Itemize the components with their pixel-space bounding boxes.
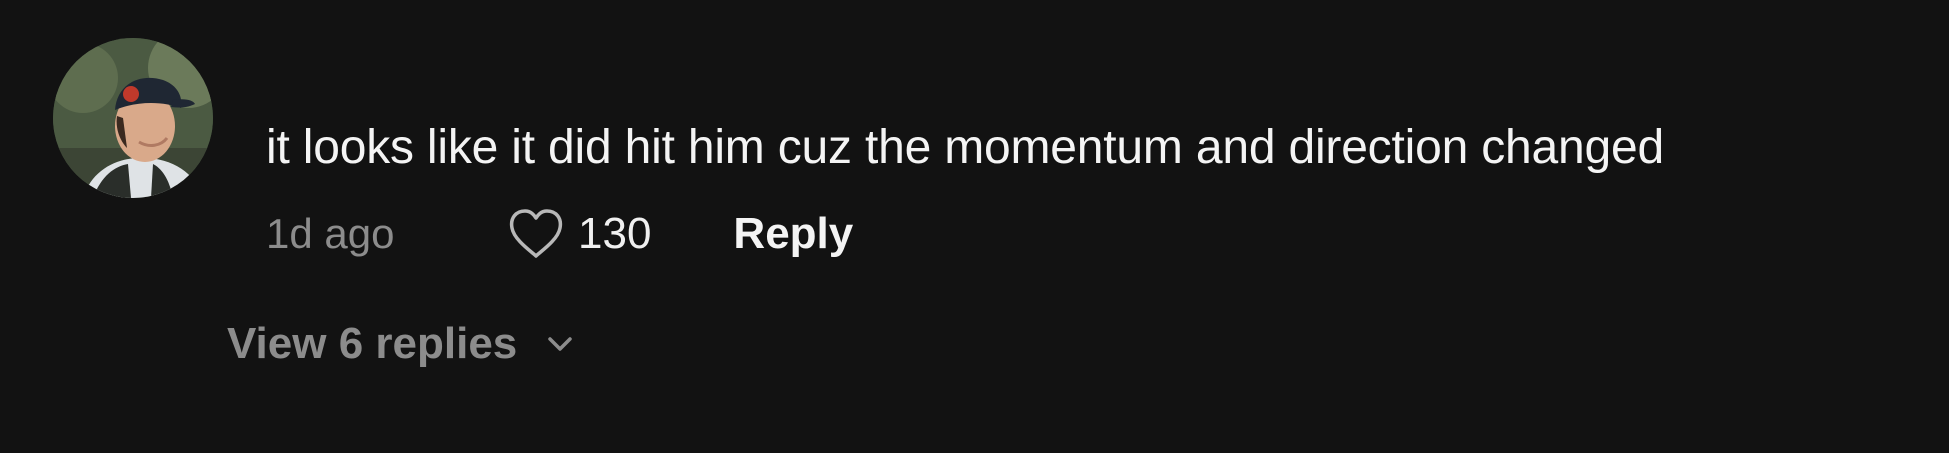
view-replies-button[interactable]: View 6 replies (227, 316, 577, 372)
comment-item: it looks like it did hit him cuz the mom… (0, 0, 1949, 453)
heart-icon[interactable] (506, 206, 566, 262)
comment-actions: 1d ago 130 Reply (266, 206, 853, 262)
view-replies-label: View 6 replies (227, 319, 518, 368)
avatar-image (53, 38, 213, 198)
reply-button[interactable]: Reply (733, 209, 853, 259)
avatar[interactable] (53, 38, 213, 198)
comment-timestamp: 1d ago (266, 210, 395, 257)
like-count: 130 (578, 209, 652, 258)
chevron-down-icon (548, 337, 573, 351)
like-button[interactable]: 130 (506, 206, 651, 262)
comment-text: it looks like it did hit him cuz the mom… (266, 121, 1664, 174)
